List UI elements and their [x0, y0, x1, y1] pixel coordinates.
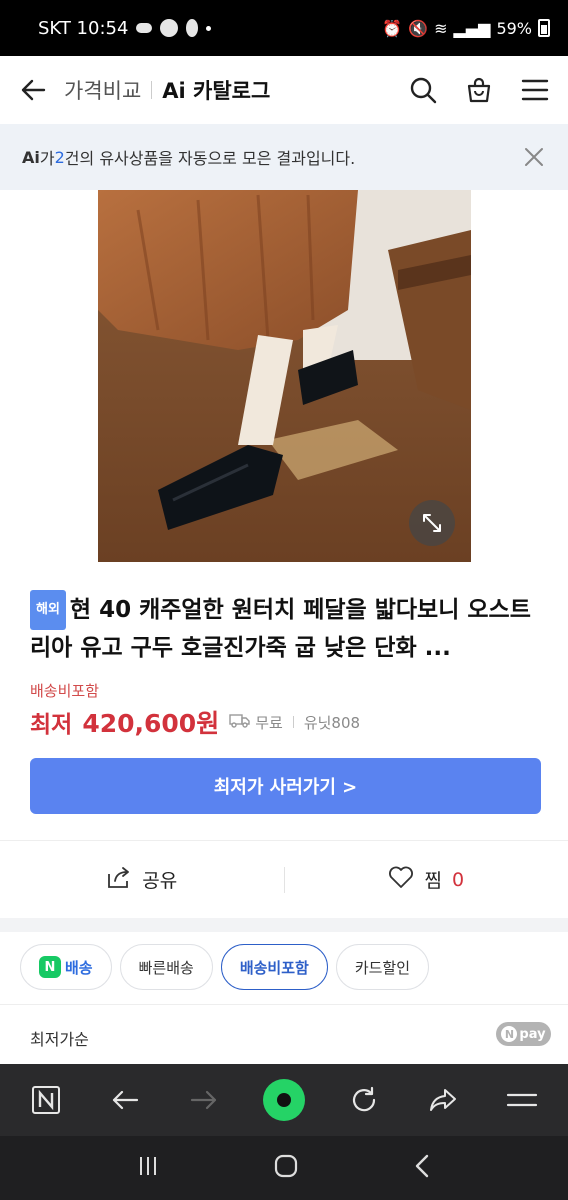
green-dot-icon[interactable]: [262, 1079, 305, 1121]
share-label: 공유: [142, 870, 178, 892]
lowest-price: 420,600원: [82, 709, 220, 738]
battery-percent: 59%: [496, 18, 532, 38]
delivery-fee: 무료: [255, 713, 283, 732]
naver-home-icon[interactable]: [26, 1080, 66, 1120]
expand-icon[interactable]: [409, 500, 455, 546]
share-button[interactable]: 공유: [0, 865, 284, 894]
shipping-included-label: 배송비포함: [30, 682, 100, 700]
seller-name[interactable]: 유닛808: [304, 712, 360, 733]
status-bar: SKT 10:54 ⏰ 🔇 ≋ ▂▄▆ 59%: [0, 0, 568, 56]
product-name-block: 해외 현 40 캐주얼한 원터치 페달을 밟다보니 오스트리아 유고 구두 호글진…: [30, 590, 540, 666]
dot-icon: [206, 25, 212, 31]
banner-text-2: 건의 유사상품을 자동으로 모은 결과입니다.: [64, 149, 356, 168]
section-gap: [0, 918, 568, 932]
breadcrumb-price-compare[interactable]: 가격비교: [64, 75, 141, 105]
chip-shipping-included[interactable]: 배송비포함: [220, 944, 328, 990]
npay-n-icon: N: [501, 1026, 518, 1042]
wifi-icon: ≋: [434, 18, 448, 38]
refresh-icon[interactable]: [344, 1080, 384, 1120]
product-name: 현 40 캐주얼한 원터치 페달을 밟다보니 오스트리아 유고 구두 호글진가죽…: [30, 597, 531, 661]
banner-count: 2: [54, 147, 65, 167]
npay-text: pay: [519, 1026, 546, 1042]
share-icon: [106, 865, 132, 894]
share-arrow-icon[interactable]: [423, 1080, 463, 1120]
system-back-icon[interactable]: [412, 1153, 432, 1183]
price-label: 최저: [30, 712, 73, 738]
product-image[interactable]: [98, 190, 471, 562]
like-label: 찜: [424, 870, 442, 892]
overseas-badge: 해외: [30, 590, 66, 630]
pill-icon: [136, 23, 153, 33]
chip-npay-delivery[interactable]: N 배송: [20, 944, 112, 990]
browser-toolbar: [0, 1064, 568, 1136]
buy-lowest-price-button[interactable]: 최저가 사러가기 >: [30, 758, 541, 814]
signal-icon: ▂▄▆: [453, 18, 491, 38]
chip-npay-label: 배송: [65, 958, 93, 977]
npay-icon: N: [39, 956, 61, 978]
breadcrumb-divider: [151, 81, 153, 99]
filter-chips: N 배송 빠른배송 배송비포함 카드할인: [20, 944, 430, 990]
banner-text-1: 가: [39, 149, 55, 168]
search-icon[interactable]: [408, 75, 438, 105]
npay-filter-badge[interactable]: N pay: [496, 1022, 551, 1046]
chip-fast-delivery[interactable]: 빠른배송: [119, 944, 213, 990]
status-time: SKT 10:54: [38, 17, 129, 39]
back-arrow-icon[interactable]: [18, 75, 48, 105]
ai-result-banner: Ai 가 2 건의 유사상품을 자동으로 모은 결과입니다.: [0, 124, 568, 190]
action-bar: 공유 찜 0: [0, 840, 568, 918]
system-nav-bar: [0, 1136, 568, 1200]
alarm-icon: ⏰: [382, 18, 403, 38]
app-notification-icon: [160, 19, 179, 37]
shipping-info: 무료 유닛808: [229, 712, 360, 733]
menu-icon[interactable]: [520, 75, 550, 105]
heart-icon: [388, 865, 414, 894]
like-button[interactable]: 찜 0: [285, 865, 568, 894]
home-icon[interactable]: [273, 1153, 299, 1183]
divider-line: [0, 1004, 568, 1005]
truck-icon: [229, 712, 251, 732]
browser-menu-icon[interactable]: [502, 1080, 542, 1120]
close-icon[interactable]: [522, 145, 546, 169]
divider: [292, 716, 294, 728]
like-count: 0: [451, 868, 465, 891]
browser-back-icon[interactable]: [105, 1080, 145, 1120]
mute-icon: 🔇: [408, 18, 429, 38]
recent-apps-icon[interactable]: [136, 1154, 160, 1182]
shopping-bag-icon[interactable]: [464, 75, 494, 105]
ai-label: Ai: [22, 147, 40, 167]
browser-forward-icon: [184, 1080, 224, 1120]
chip-card-discount[interactable]: 카드할인: [335, 944, 430, 990]
price-row: 최저 420,600원 무료 유닛808: [30, 704, 360, 740]
page-title: Ai 카탈로그: [162, 79, 271, 103]
sort-lowest-price[interactable]: 최저가순: [30, 1026, 89, 1050]
app-header: 가격비교 Ai 카탈로그: [0, 56, 568, 124]
battery-icon: [538, 19, 550, 37]
fire-icon: [186, 19, 199, 37]
